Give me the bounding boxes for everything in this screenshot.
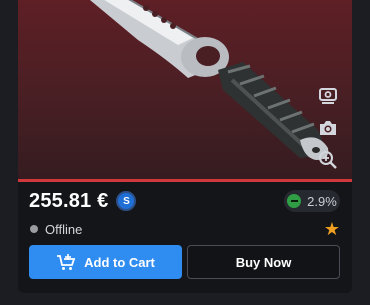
zoom-in-icon[interactable] [315,148,341,172]
minus-icon [287,194,302,208]
add-to-cart-button[interactable]: Add to Cart [29,245,182,279]
buy-now-button[interactable]: Buy Now [187,245,340,279]
favorite-star-icon[interactable]: ★ [323,220,341,238]
camera-icon[interactable] [315,116,341,140]
view-3d-icon[interactable] [315,84,341,108]
price-change-value: 2.9% [307,193,337,209]
knife-image [90,0,329,160]
status-label: Offline [45,221,83,237]
price-row: 255.81 € S [29,188,137,214]
status-dot-icon [30,225,38,233]
seller-status: Offline [30,221,82,237]
item-price: 255.81 € [29,189,109,212]
item-preview [18,0,352,179]
item-card: 255.81 € S 2.9% Offline ★ Add to Cart Bu… [18,0,352,293]
add-to-cart-label: Add to Cart [84,254,155,270]
price-change-badge: 2.9% [284,190,340,212]
cart-plus-icon [57,254,76,270]
currency-badge-icon: S [116,191,137,211]
buy-now-label: Buy Now [235,254,292,270]
rarity-line [18,179,352,182]
